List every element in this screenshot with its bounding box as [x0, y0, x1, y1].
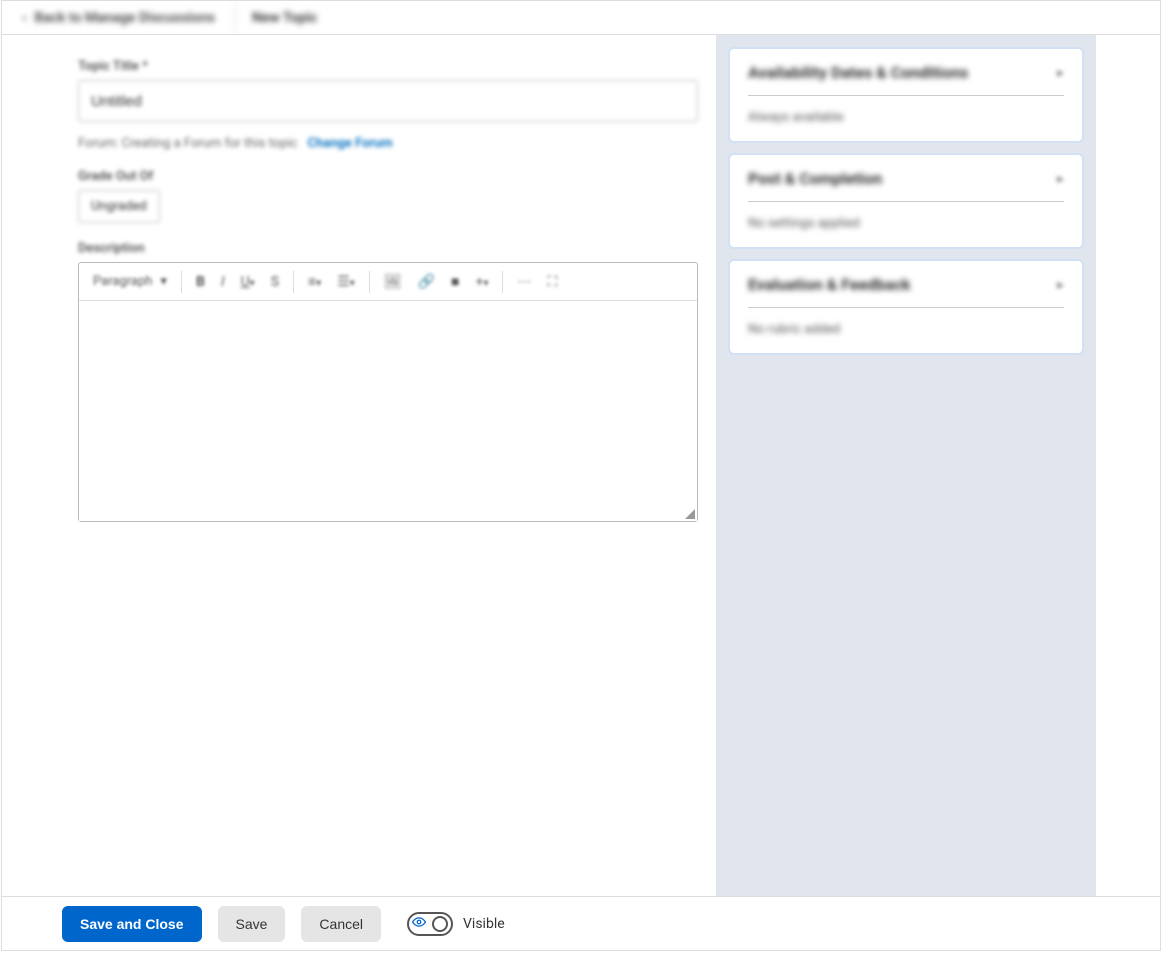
eye-icon [412, 915, 426, 932]
toolbar-separator [369, 271, 370, 293]
panel-title: Availability Dates & Conditions [748, 63, 968, 82]
panel-title: Evaluation & Feedback [748, 275, 911, 294]
topic-title-label: Topic Title * [78, 59, 700, 74]
panel-availability[interactable]: Availability Dates & Conditions ▸ Always… [728, 47, 1084, 143]
align-icon[interactable]: ≡▾ [302, 269, 327, 294]
chevron-down-icon: ▾ [160, 274, 167, 289]
expand-icon[interactable]: ▸ [1057, 65, 1064, 81]
field-grade-out-of: Grade Out Of Ungraded [78, 169, 700, 223]
panel-status: No settings applied [748, 216, 1064, 231]
back-link[interactable]: ‹ Back to Manage Discussions [2, 1, 236, 34]
back-link-label: Back to Manage Discussions [34, 10, 215, 26]
toolbar-separator [502, 271, 503, 293]
divider [748, 95, 1064, 96]
grade-label: Grade Out Of [78, 169, 700, 184]
strike-icon[interactable]: S [265, 270, 285, 294]
field-description: Description Paragraph ▾ B I U▾ S ≡▾ [78, 241, 700, 522]
panel-title: Post & Completion [748, 169, 882, 188]
underline-icon[interactable]: U▾ [235, 270, 261, 294]
save-and-close-button[interactable]: Save and Close [62, 906, 202, 942]
panel-post-completion[interactable]: Post & Completion ▸ No settings applied [728, 153, 1084, 249]
visibility-toggle[interactable] [407, 912, 453, 936]
toggle-knob [432, 916, 448, 932]
chevron-left-icon: ‹ [22, 10, 26, 26]
editor-window: ‹ Back to Manage Discussions New Topic T… [1, 0, 1161, 951]
toolbar-separator [181, 271, 182, 293]
resize-handle-icon[interactable] [685, 509, 695, 519]
visibility-toggle-wrap: Visible [407, 912, 505, 936]
visibility-label: Visible [463, 916, 505, 932]
top-bar: ‹ Back to Manage Discussions New Topic [2, 1, 1160, 35]
page-title: New Topic [236, 10, 333, 26]
main-column: Topic Title * Forum: Creating a Forum fo… [2, 35, 716, 896]
description-label: Description [78, 241, 700, 256]
fullscreen-icon[interactable]: ⛶ [541, 270, 563, 294]
image-icon[interactable]: 🖼 [378, 270, 408, 294]
editor-toolbar: Paragraph ▾ B I U▾ S ≡▾ ☰▾ 🖼 🔗 [79, 263, 697, 301]
panel-evaluation-feedback[interactable]: Evaluation & Feedback ▸ No rubric added [728, 259, 1084, 355]
more-insert-icon[interactable]: +▾ [470, 270, 495, 294]
cancel-button[interactable]: Cancel [301, 906, 381, 942]
bold-icon[interactable]: B [190, 270, 211, 294]
grade-select[interactable]: Ungraded [78, 190, 160, 223]
paragraph-dropdown-label: Paragraph [93, 274, 152, 289]
field-topic-title: Topic Title * [78, 59, 700, 122]
more-icon[interactable]: ⋯ [511, 270, 537, 294]
panel-status: No rubric added [748, 322, 1064, 337]
content-area: Topic Title * Forum: Creating a Forum fo… [2, 35, 1160, 896]
italic-icon[interactable]: I [215, 270, 231, 294]
change-forum-link[interactable]: Change Forum [307, 136, 392, 151]
grade-select-value: Ungraded [91, 199, 147, 214]
list-icon[interactable]: ☰▾ [331, 270, 361, 294]
media-icon[interactable]: ■ [445, 269, 465, 294]
divider [748, 307, 1064, 308]
forum-text: Forum: Creating a Forum for this topic [78, 136, 297, 151]
footer-bar: Save and Close Save Cancel Visible [2, 896, 1160, 950]
topic-title-input[interactable] [78, 80, 698, 122]
editor-textarea[interactable] [79, 301, 697, 521]
side-column: Availability Dates & Conditions ▸ Always… [716, 35, 1096, 896]
paragraph-dropdown[interactable]: Paragraph ▾ [87, 270, 173, 293]
divider [748, 201, 1064, 202]
save-button[interactable]: Save [218, 906, 286, 942]
link-icon[interactable]: 🔗 [412, 270, 441, 294]
expand-icon[interactable]: ▸ [1057, 171, 1064, 187]
forum-info-line: Forum: Creating a Forum for this topic C… [78, 136, 700, 151]
toolbar-separator [293, 271, 294, 293]
panel-status: Always available [748, 110, 1064, 125]
rich-text-editor: Paragraph ▾ B I U▾ S ≡▾ ☰▾ 🖼 🔗 [78, 262, 698, 522]
expand-icon[interactable]: ▸ [1057, 277, 1064, 293]
